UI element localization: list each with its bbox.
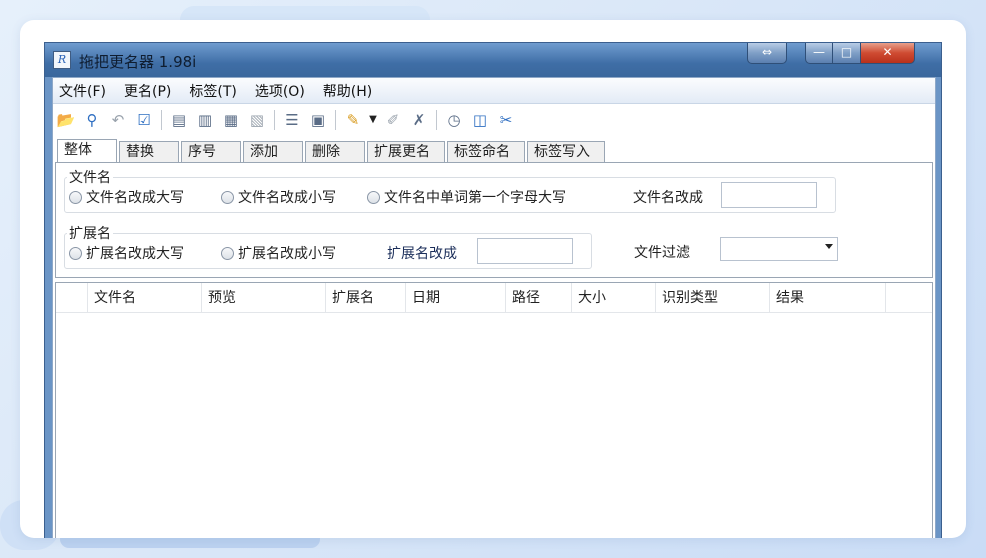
- tab-overall[interactable]: 整体: [57, 139, 117, 163]
- tag-delete-icon[interactable]: ✗: [408, 109, 430, 131]
- panel-icon[interactable]: ◫: [469, 109, 491, 131]
- menu-file[interactable]: 文件(F): [59, 81, 106, 101]
- list-header: 文件名 预览 扩展名 日期 路径 大小 识别类型 结果: [56, 283, 932, 313]
- maximize-button[interactable]: □: [833, 43, 861, 64]
- column-header-preview[interactable]: 预览: [202, 283, 326, 313]
- doc-icon[interactable]: ▣: [307, 109, 329, 131]
- toolbar-separator: [335, 110, 336, 130]
- tag-icon-3[interactable]: ▦: [220, 109, 242, 131]
- pencil-icon[interactable]: ✎: [342, 109, 364, 131]
- app-icon: R: [53, 51, 71, 69]
- tag-icon-4[interactable]: ▧: [246, 109, 268, 131]
- tab-sequence[interactable]: 序号: [181, 141, 241, 162]
- filename-group: 文件名 文件名改成大写 文件名改成小写 文件名中单词第一个字母大写 文件名改成: [64, 167, 836, 213]
- radio-extension-lower[interactable]: 扩展名改成小写: [221, 243, 336, 263]
- radio-button[interactable]: [221, 190, 234, 204]
- toolbar-separator: [274, 110, 275, 130]
- filename-rename-label: 文件名改成: [633, 190, 703, 206]
- tab-strip: 整体 替换 序号 添加 删除 扩展更名 标签命名 标签写入: [57, 138, 607, 163]
- radio-filename-capitalize[interactable]: 文件名中单词第一个字母大写: [367, 187, 566, 207]
- radio-extension-upper[interactable]: 扩展名改成大写: [69, 243, 184, 263]
- extension-rename-input[interactable]: [477, 238, 573, 264]
- chevron-down-icon: [825, 244, 833, 249]
- column-header-type[interactable]: 识别类型: [656, 283, 770, 313]
- menu-tag[interactable]: 标签(T): [189, 81, 236, 101]
- menu-rename[interactable]: 更名(P): [124, 81, 171, 101]
- radio-label: 文件名改成小写: [238, 190, 336, 206]
- tools-icon[interactable]: ✂: [495, 109, 517, 131]
- column-header-size[interactable]: 大小: [572, 283, 656, 313]
- client-area: 文件(F) 更名(P) 标签(T) 选项(O) 帮助(H) 📂 ⚲ ↶ ☑ ▤ …: [52, 77, 936, 538]
- radio-button[interactable]: [367, 190, 380, 204]
- extension-group: 扩展名 扩展名改成大写 扩展名改成小写 扩展名改成: [64, 223, 592, 269]
- radio-label: 扩展名改成大写: [86, 246, 184, 262]
- list-icon[interactable]: ☰: [281, 109, 303, 131]
- window-title: 拖把更名器 1.98i: [79, 53, 197, 71]
- close-button[interactable]: ✕: [861, 43, 915, 64]
- column-header-result[interactable]: 结果: [770, 283, 886, 313]
- open-folder-icon[interactable]: 📂: [55, 109, 77, 131]
- toolbar-separator: [161, 110, 162, 130]
- search-icon[interactable]: ⚲: [81, 109, 103, 131]
- column-header-extension[interactable]: 扩展名: [326, 283, 406, 313]
- column-header-date[interactable]: 日期: [406, 283, 506, 313]
- extension-rename-label: 扩展名改成: [387, 246, 457, 262]
- menu-options[interactable]: 选项(O): [255, 81, 305, 101]
- toolbar-separator: [436, 110, 437, 130]
- overall-panel: 文件名 文件名改成大写 文件名改成小写 文件名中单词第一个字母大写 文件名改成: [55, 162, 933, 278]
- undo-icon[interactable]: ↶: [107, 109, 129, 131]
- radio-button[interactable]: [69, 190, 82, 204]
- column-header-blank[interactable]: [56, 283, 88, 313]
- radio-button[interactable]: [221, 246, 234, 260]
- dropdown-icon[interactable]: ▼: [368, 109, 378, 131]
- title-bar[interactable]: R 拖把更名器 1.98i ⇔ — □ ✕: [45, 43, 941, 77]
- file-list[interactable]: 文件名 预览 扩展名 日期 路径 大小 识别类型 结果: [55, 282, 933, 538]
- tab-tag-write[interactable]: 标签写入: [527, 141, 605, 162]
- toolbar: 📂 ⚲ ↶ ☑ ▤ ▥ ▦ ▧ ☰ ▣ ✎ ▼ ✐ ✗ ◷ ◫ ✂: [53, 105, 935, 135]
- radio-label: 扩展名改成小写: [238, 246, 336, 262]
- check-icon[interactable]: ☑: [133, 109, 155, 131]
- filename-group-label: 文件名: [67, 167, 113, 187]
- filename-rename-input[interactable]: [721, 182, 817, 208]
- radio-label: 文件名改成大写: [86, 190, 184, 206]
- tag-icon-1[interactable]: ▤: [168, 109, 190, 131]
- file-filter-select[interactable]: [720, 237, 838, 261]
- tab-extension-rename[interactable]: 扩展更名: [367, 141, 445, 162]
- file-filter-label: 文件过滤: [634, 245, 690, 261]
- column-header-path[interactable]: 路径: [506, 283, 572, 313]
- swap-button[interactable]: ⇔: [747, 43, 787, 64]
- extension-group-label: 扩展名: [67, 223, 113, 243]
- tab-delete[interactable]: 删除: [305, 141, 365, 162]
- tab-replace[interactable]: 替换: [119, 141, 179, 162]
- clock-icon[interactable]: ◷: [443, 109, 465, 131]
- radio-button[interactable]: [69, 246, 82, 260]
- tab-tag-naming[interactable]: 标签命名: [447, 141, 525, 162]
- menu-bar: 文件(F) 更名(P) 标签(T) 选项(O) 帮助(H): [53, 78, 935, 104]
- minimize-button[interactable]: —: [805, 43, 833, 64]
- radio-filename-lower[interactable]: 文件名改成小写: [221, 187, 336, 207]
- column-header-filename[interactable]: 文件名: [88, 283, 202, 313]
- tag-icon-2[interactable]: ▥: [194, 109, 216, 131]
- app-window: R 拖把更名器 1.98i ⇔ — □ ✕ 文件(F) 更名(P) 标签(T) …: [44, 42, 942, 538]
- radio-filename-upper[interactable]: 文件名改成大写: [69, 187, 184, 207]
- radio-label: 文件名中单词第一个字母大写: [384, 190, 566, 206]
- tab-add[interactable]: 添加: [243, 141, 303, 162]
- tag-edit-icon[interactable]: ✐: [382, 109, 404, 131]
- menu-help[interactable]: 帮助(H): [323, 81, 372, 101]
- screenshot-card: R 拖把更名器 1.98i ⇔ — □ ✕ 文件(F) 更名(P) 标签(T) …: [20, 20, 966, 538]
